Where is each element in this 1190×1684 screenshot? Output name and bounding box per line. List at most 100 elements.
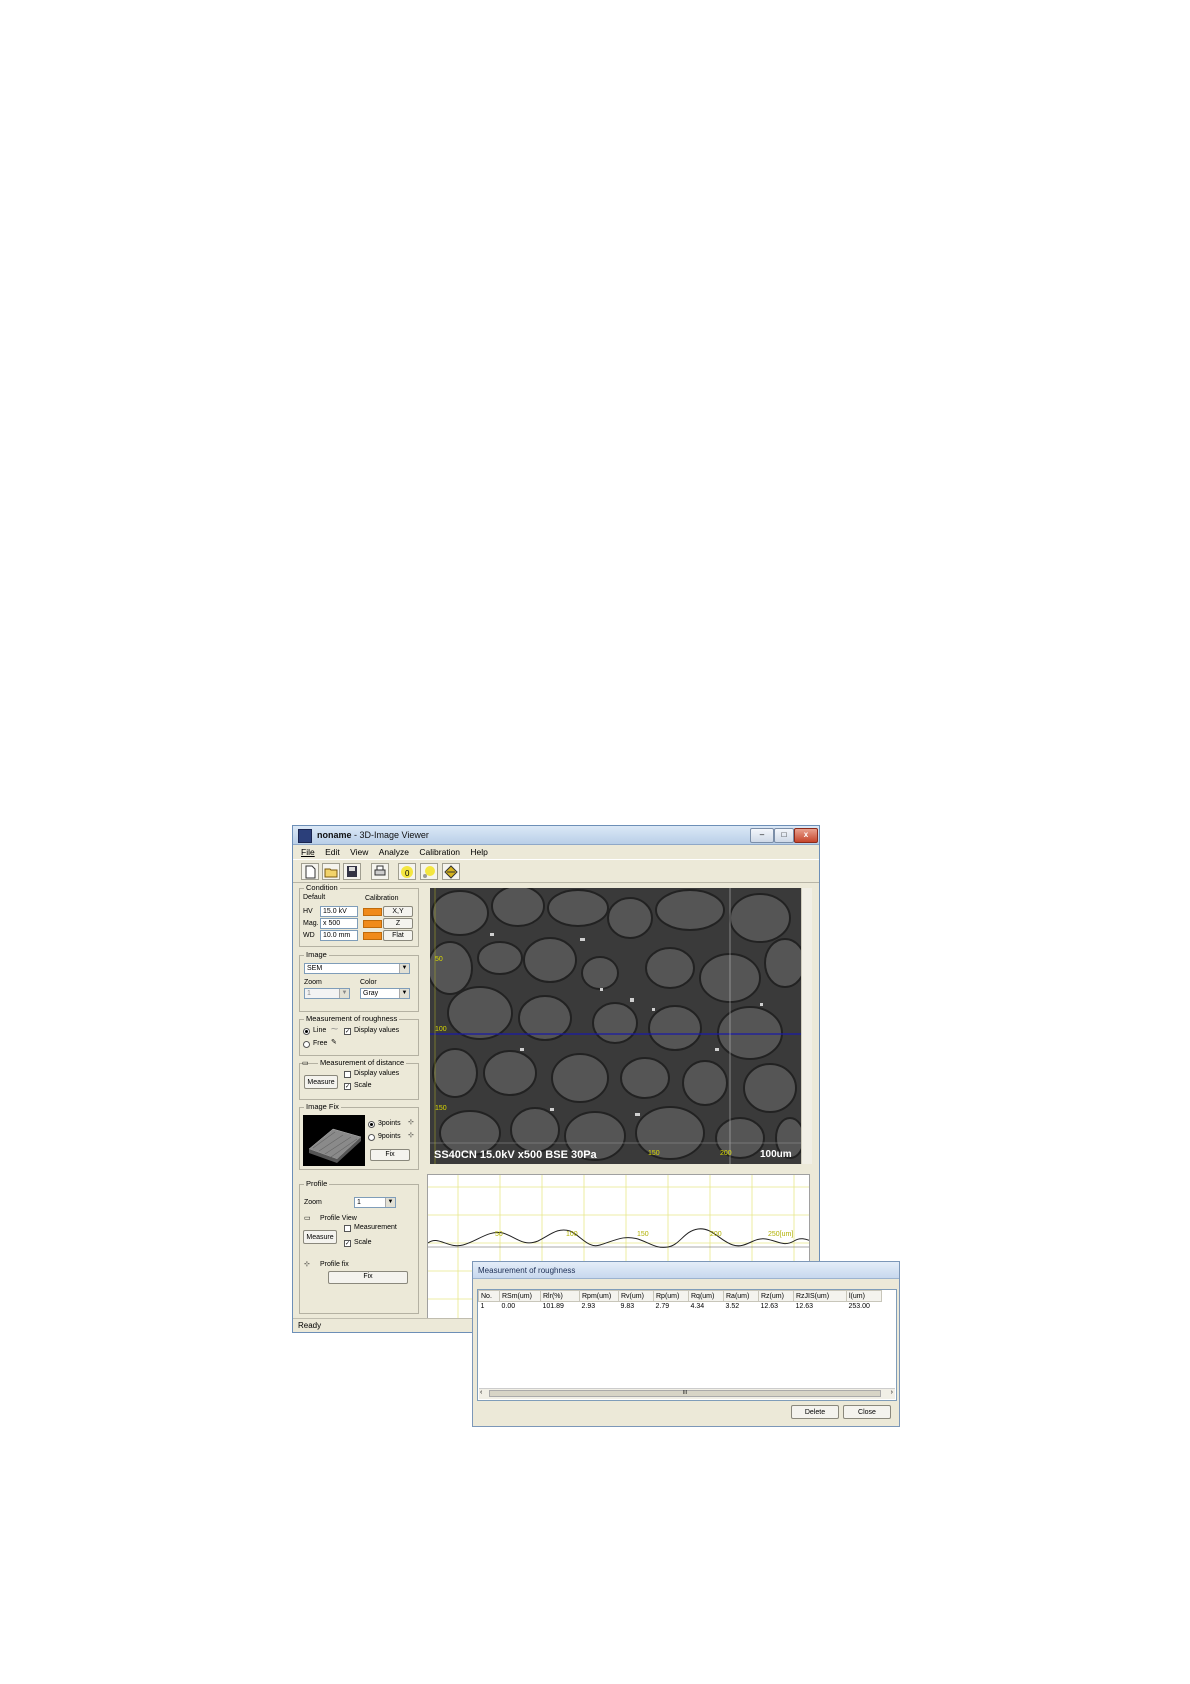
roughness-line-radio[interactable] <box>303 1028 310 1035</box>
document-name: noname <box>317 830 352 840</box>
roughness-results-dialog: Measurement of roughness No. RSm(um) Rlr… <box>472 1261 900 1427</box>
line-tool-icon: ⁓ <box>331 1026 338 1033</box>
profile-x-tick: 250[um] <box>768 1231 794 1238</box>
mag-label: Mag. <box>303 920 319 927</box>
profile-measure-button[interactable]: Measure <box>303 1230 337 1244</box>
distance-scale-checkbox[interactable]: ✓ <box>344 1083 351 1090</box>
profile-scale-checkbox[interactable]: ✓ <box>344 1240 351 1247</box>
menu-bar: File Edit View Analyze Calibration Help <box>293 845 819 858</box>
hv-label: HV <box>303 908 313 915</box>
column-header[interactable]: Rq(um) <box>688 1290 724 1302</box>
print-icon[interactable] <box>371 863 389 880</box>
chevron-down-icon: ▼ <box>385 1198 395 1207</box>
image-source-select[interactable]: SEM ▼ <box>304 963 410 974</box>
wd-field[interactable]: 10.0 mm <box>320 930 358 941</box>
open-folder-icon[interactable] <box>322 863 340 880</box>
menu-calibration[interactable]: Calibration <box>419 847 460 857</box>
column-header[interactable]: RSm(um) <box>499 1290 541 1302</box>
image-fix-button[interactable]: Fix <box>370 1149 410 1161</box>
roughness-free-label: Free <box>313 1040 328 1047</box>
table-cell: 12.63 <box>795 1303 814 1310</box>
sem-micrograph <box>430 888 801 1164</box>
hv-field[interactable]: 15.0 kV <box>320 906 358 917</box>
sem-image-view[interactable]: 50 100 150 150 200 SS40CN 15.0kV x500 BS… <box>430 888 801 1164</box>
chevron-down-icon: ▼ <box>399 964 409 973</box>
minimize-button[interactable]: – <box>750 828 774 843</box>
z-calibration-button[interactable]: Z <box>383 918 413 929</box>
image-group: Image SEM ▼ Zoom 1 ▼ Color Gray ▼ <box>299 950 419 1012</box>
profile-view-label: Profile View <box>320 1215 357 1222</box>
column-header[interactable]: RzJIS(um) <box>793 1290 847 1302</box>
table-cell: 4.34 <box>690 1303 705 1310</box>
flat-calibration-button[interactable]: Flat <box>383 930 413 941</box>
profile-fix-label: Profile fix <box>320 1261 349 1268</box>
table-cell: 12.63 <box>760 1303 779 1310</box>
3d-view-icon[interactable] <box>442 863 460 880</box>
profile-label: Profile <box>304 1179 330 1188</box>
fix-9points-radio[interactable] <box>368 1134 375 1141</box>
column-header[interactable]: Rpm(um) <box>579 1290 619 1302</box>
xy-status-swatch <box>363 908 382 916</box>
column-header[interactable]: Rlr(%) <box>540 1290 580 1302</box>
column-header[interactable]: Ra(um) <box>723 1290 759 1302</box>
sem-caption: SS40CN 15.0kV x500 BSE 30Pa <box>434 1149 597 1161</box>
image-source-value: SEM <box>307 965 323 972</box>
save-disk-icon[interactable] <box>343 863 361 880</box>
distance-display-values-checkbox[interactable] <box>344 1071 351 1078</box>
dialog-close-button[interactable]: Close <box>843 1405 891 1419</box>
close-button[interactable]: x <box>794 828 818 843</box>
column-header[interactable]: No. <box>478 1290 500 1302</box>
profile-view-icon: ▭ <box>304 1215 311 1222</box>
profile-measurement-checkbox[interactable] <box>344 1225 351 1232</box>
scroll-left-icon[interactable]: ‹ <box>480 1389 482 1396</box>
menu-view[interactable]: View <box>350 847 368 857</box>
delete-button[interactable]: Delete <box>791 1405 839 1419</box>
results-horizontal-scrollbar[interactable]: ‹ III › <box>479 1388 895 1399</box>
menu-help[interactable]: Help <box>470 847 487 857</box>
profile-fix-button[interactable]: Fix <box>328 1271 408 1284</box>
image-fix-group: Image Fix 3points ⊹ 9points ⊹ Fix <box>299 1102 419 1170</box>
image-color-select[interactable]: Gray ▼ <box>360 988 410 999</box>
image-zoom-select[interactable]: 1 ▼ <box>304 988 350 999</box>
distance-measure-button[interactable]: Measure <box>304 1075 338 1089</box>
menu-analyze[interactable]: Analyze <box>379 847 409 857</box>
three-point-icon: ⊹ <box>408 1119 414 1126</box>
condition-label: Condition <box>304 883 340 892</box>
mag-field[interactable]: x 500 <box>320 918 358 929</box>
results-list[interactable]: No. RSm(um) Rlr(%) Rpm(um) Rv(um) Rp(um)… <box>477 1289 897 1401</box>
roughness-display-values-checkbox[interactable]: ✓ <box>344 1028 351 1035</box>
maximize-button[interactable]: □ <box>774 828 794 843</box>
calibration-label: Calibration <box>365 895 399 902</box>
scroll-thumb-grip: III <box>682 1390 688 1396</box>
menu-edit[interactable]: Edit <box>325 847 340 857</box>
image-vertical-scrollbar[interactable] <box>801 888 812 1164</box>
image-zoom-label: Zoom <box>304 979 322 986</box>
scroll-right-icon[interactable]: › <box>891 1389 893 1396</box>
new-file-icon[interactable] <box>301 863 319 880</box>
sem-y-tick: 50 <box>435 956 443 963</box>
fix-3points-label: 3points <box>378 1120 401 1127</box>
column-header[interactable]: Rz(um) <box>758 1290 794 1302</box>
light-source-icon[interactable] <box>420 863 438 880</box>
xy-calibration-button[interactable]: X,Y <box>383 906 413 917</box>
roughness-display-values-label: Display values <box>354 1027 400 1034</box>
fix-3points-radio[interactable] <box>368 1121 375 1128</box>
column-header[interactable]: Rp(um) <box>653 1290 689 1302</box>
z-status-swatch <box>363 920 382 928</box>
column-header[interactable]: Rv(um) <box>618 1290 654 1302</box>
menu-file[interactable]: File <box>301 847 315 857</box>
app-icon <box>298 829 312 843</box>
calibrate-xy-icon[interactable]: 0 <box>398 863 416 880</box>
table-row[interactable]: 1 0.00 101.89 2.93 9.83 2.79 4.34 3.52 1… <box>479 1302 882 1312</box>
scroll-thumb[interactable]: III <box>489 1390 881 1397</box>
dialog-title: Measurement of roughness <box>478 1266 576 1275</box>
distance-label: Measurement of distance <box>318 1058 407 1067</box>
profile-group: Profile Zoom 1 ▼ ▭ Profile View Measure M… <box>299 1179 419 1314</box>
roughness-free-radio[interactable] <box>303 1041 310 1048</box>
profile-zoom-select[interactable]: 1 ▼ <box>354 1197 396 1208</box>
column-header[interactable]: l(um) <box>846 1290 882 1302</box>
flat-status-swatch <box>363 932 382 940</box>
sem-scale-label: 100um <box>760 1149 792 1160</box>
profile-measurement-label: Measurement <box>354 1224 397 1231</box>
roughness-line-label: Line <box>313 1027 327 1034</box>
